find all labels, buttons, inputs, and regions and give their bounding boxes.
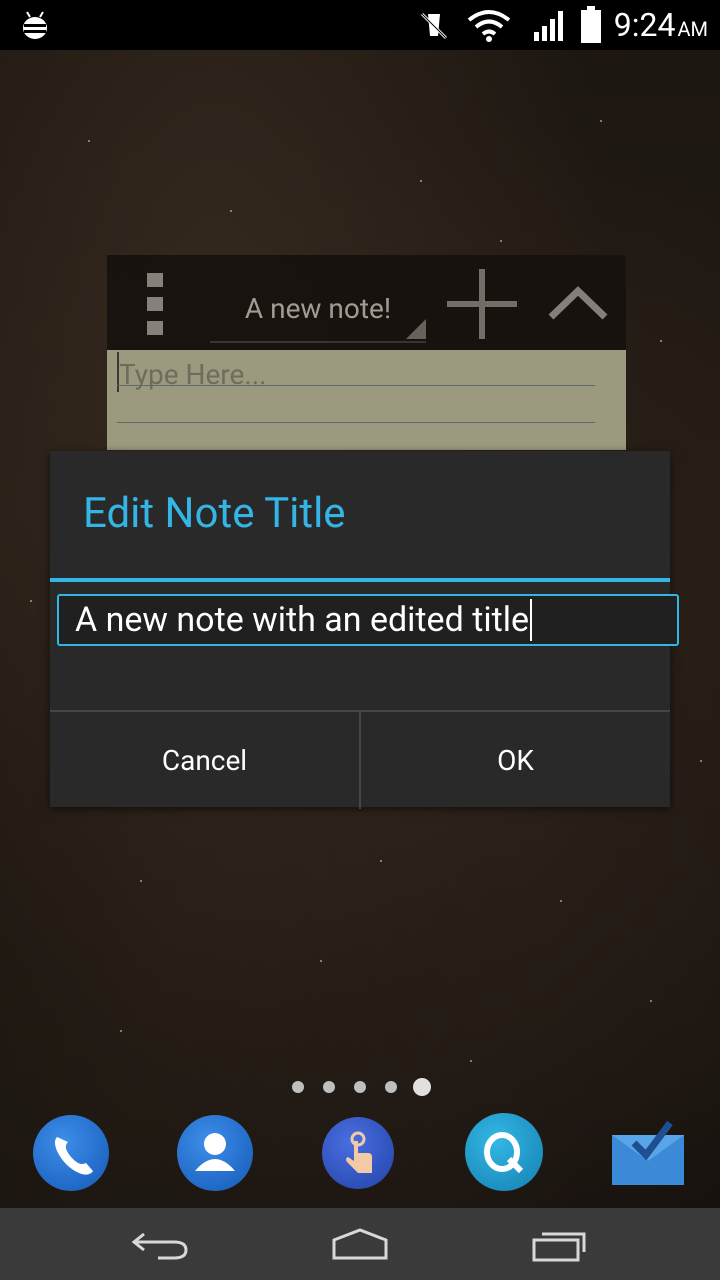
edit-title-dialog: Edit Note Title A new note with an edite… — [50, 451, 679, 809]
note-body[interactable]: Type Here... — [107, 350, 626, 450]
widget-toolbar: A new note! — [107, 255, 626, 350]
signal-icon — [534, 11, 563, 41]
page-dot — [323, 1081, 335, 1093]
home-icon[interactable] — [330, 1226, 390, 1262]
note-title-spinner[interactable]: A new note! — [210, 275, 426, 343]
note-widget[interactable]: A new note! Type Here... — [107, 255, 626, 450]
overflow-menu-icon[interactable] — [145, 273, 165, 335]
note-title-input[interactable]: A new note with an edited title — [57, 594, 679, 646]
gesture-app-icon[interactable] — [322, 1117, 394, 1189]
battery-icon — [581, 6, 601, 43]
spinner-corner-icon — [406, 319, 426, 339]
paper-line — [117, 422, 595, 423]
wifi-icon — [467, 10, 511, 42]
phone-icon[interactable] — [33, 1115, 109, 1191]
page-dot — [292, 1081, 304, 1093]
mute-icon — [420, 12, 448, 40]
page-dot — [354, 1081, 366, 1093]
clock-ampm: AM — [677, 17, 708, 41]
back-icon[interactable] — [130, 1228, 190, 1262]
contacts-icon[interactable] — [177, 1115, 253, 1191]
inbox-app-icon[interactable] — [610, 1115, 686, 1191]
recents-icon[interactable] — [530, 1226, 590, 1264]
clock: 9:24 AM — [614, 6, 708, 44]
ok-button[interactable]: OK — [361, 712, 670, 809]
navigation-bar — [0, 1208, 720, 1280]
dialog-title: Edit Note Title — [83, 489, 346, 538]
dialog-divider — [50, 578, 670, 582]
note-title-label: A new note! — [244, 291, 392, 325]
note-body-placeholder: Type Here... — [119, 358, 267, 391]
debug-bug-icon — [23, 11, 47, 39]
collapse-icon[interactable] — [547, 285, 609, 321]
page-dot-active — [413, 1078, 431, 1096]
quip-app-icon[interactable] — [465, 1113, 543, 1191]
page-dot — [385, 1081, 397, 1093]
dialog-button-row: Cancel OK — [50, 710, 670, 809]
add-icon[interactable] — [445, 267, 519, 341]
note-title-input-value: A new note with an edited title — [75, 600, 530, 640]
clock-time: 9:24 — [613, 6, 676, 44]
paper-line — [117, 385, 595, 386]
cancel-button[interactable]: Cancel — [50, 712, 359, 809]
status-bar: 9:24 AM — [0, 0, 720, 50]
text-cursor — [530, 599, 533, 641]
